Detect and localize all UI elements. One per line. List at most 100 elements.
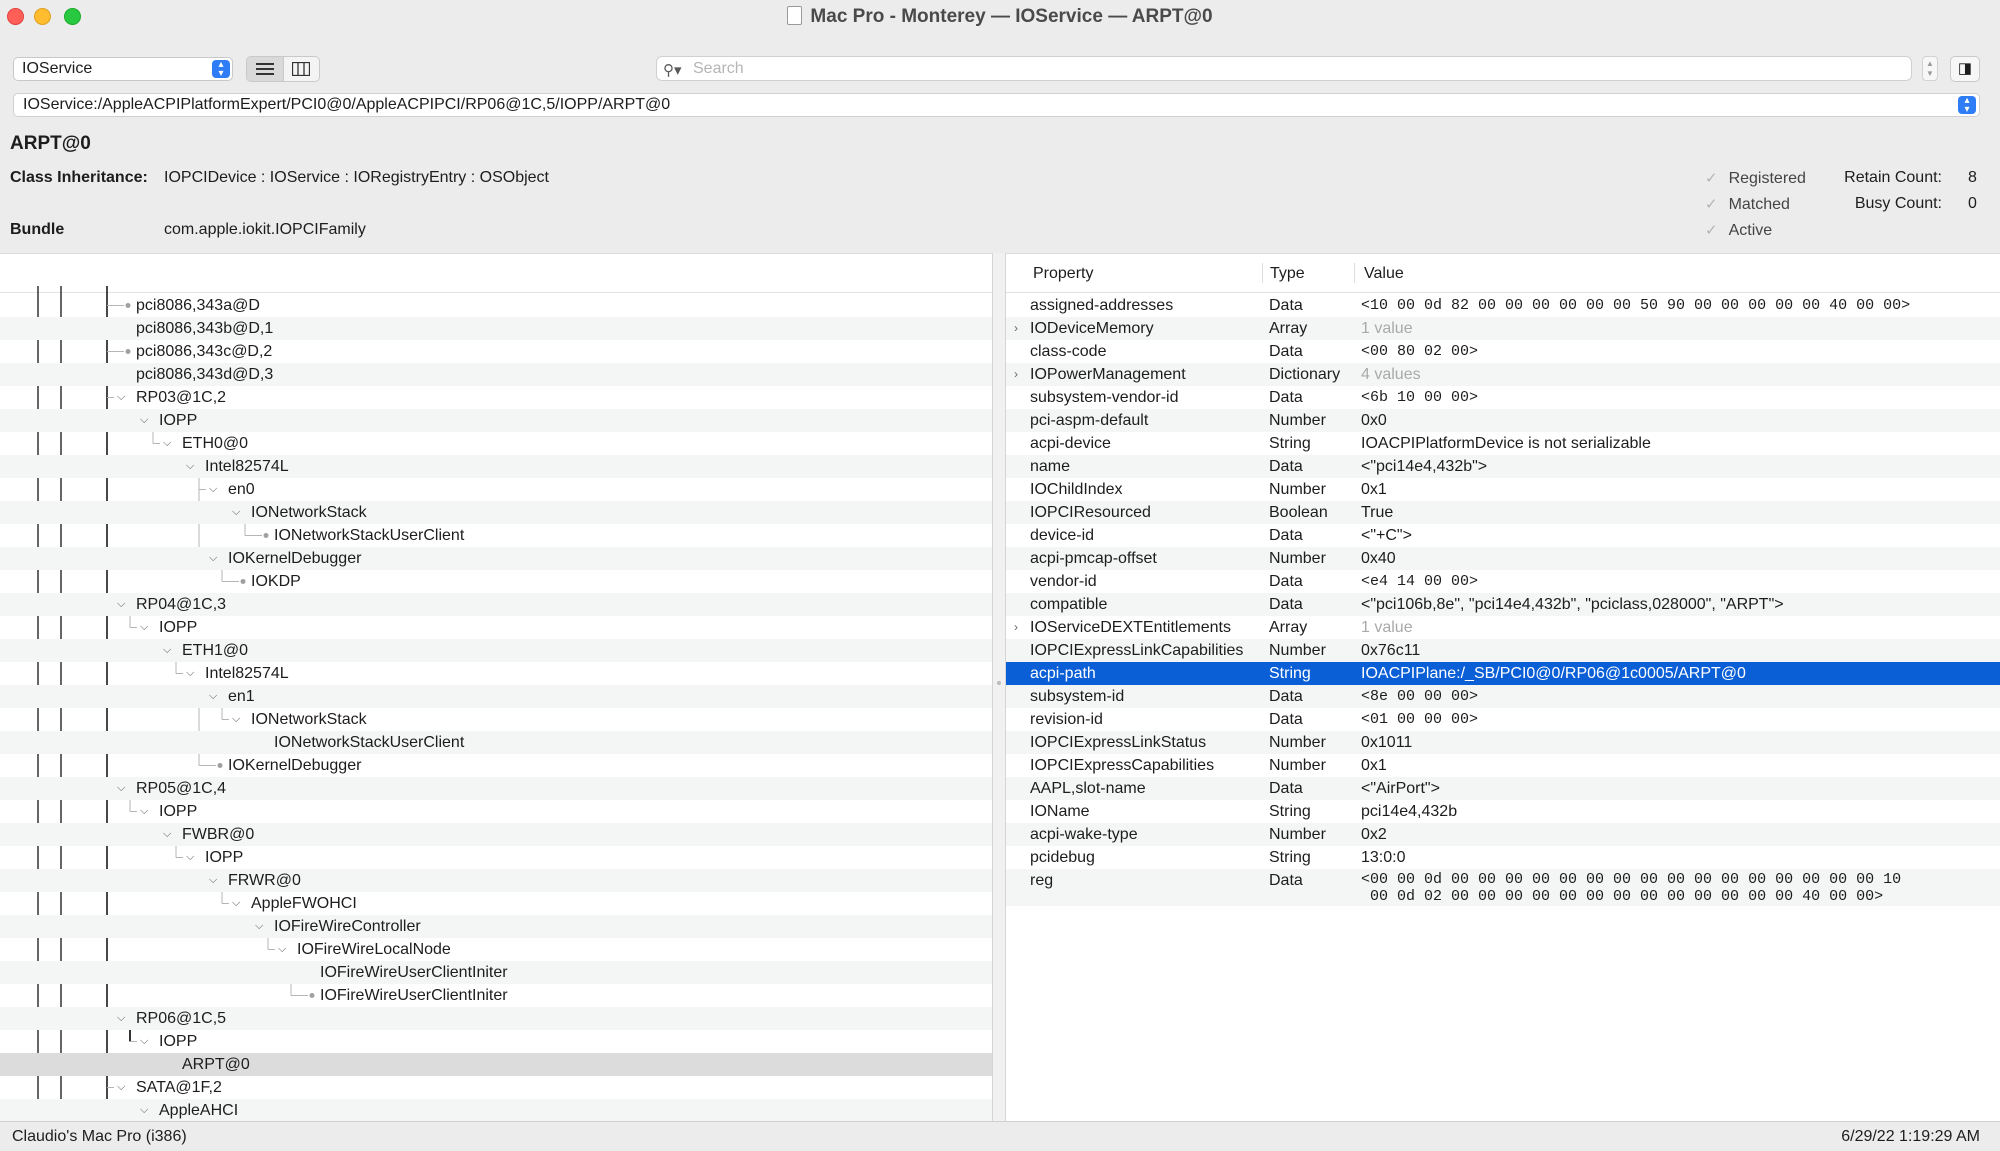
registry-tree[interactable]: pci8086,343a@D pci8086,343b@D,1 pci8086,34… [0,253,992,1121]
disclosure-chevron-icon[interactable]: ⌵ [140,800,148,823]
tree-row[interactable]: pci8086,343a@D [0,294,992,317]
tree-row[interactable]: ARPT@0 [0,1053,992,1076]
property-row[interactable]: IOPCIExpressLinkStatus Number 0x1011 [1006,731,2000,754]
property-row[interactable]: IOName String pci14e4,432b [1006,800,2000,823]
disclosure-chevron-icon[interactable]: ⌵ [140,616,148,639]
disclosure-chevron-icon[interactable]: ⌵ [209,547,217,570]
property-row[interactable]: assigned-addresses Data <10 00 0d 82 00 00… [1006,294,2000,317]
tree-row[interactable]: ⌵ IOPP [0,409,992,432]
column-view-button[interactable] [282,57,320,81]
disclosure-chevron-icon[interactable]: ⌵ [117,386,125,409]
disclosure-chevron-icon[interactable]: ⌵ [140,409,148,432]
property-row[interactable]: › IOPowerManagement Dictionary 4 values [1006,363,2000,386]
tree-row[interactable]: pci8086,343c@D,2 [0,340,992,363]
expand-chevron-icon[interactable]: › [1014,363,1018,386]
tree-row[interactable]: ⌵ IOKernelDebugger [0,547,992,570]
tree-row[interactable]: ⌵ ETH0@0 [0,432,992,455]
plane-select[interactable]: IOService ▴ ▾ [13,57,233,81]
property-row[interactable]: AAPL,slot-name Data <"AirPort"> [1006,777,2000,800]
disclosure-chevron-icon[interactable]: ⌵ [186,846,194,869]
property-row[interactable]: subsystem-id Data <8e 00 00 00> [1006,685,2000,708]
tree-row[interactable]: ⌵ FWBR@0 [0,823,992,846]
tree-row[interactable]: ⌵ en0 [0,478,992,501]
disclosure-chevron-icon[interactable]: ⌵ [232,892,240,915]
expand-chevron-icon[interactable]: › [1014,616,1018,639]
expand-chevron-icon[interactable]: › [1014,317,1018,340]
column-header-value[interactable]: Value [1364,265,1404,283]
disclosure-chevron-icon[interactable]: ⌵ [140,1030,148,1053]
property-row[interactable]: class-code Data <00 80 02 00> [1006,340,2000,363]
split-view-divider[interactable] [992,253,1006,1121]
disclosure-chevron-icon[interactable]: ⌵ [255,915,263,938]
search-field[interactable]: ⚲▾ [656,56,1912,81]
tree-row[interactable]: ⌵ AppleFWOHCI [0,892,992,915]
tree-row[interactable]: ⌵ Intel82574L [0,455,992,478]
tree-row[interactable]: IOKDP [0,570,992,593]
property-row[interactable]: acpi-path String IOACPIPlane:/_SB/PCI0@0/R… [1006,662,2000,685]
tree-row[interactable]: IOKernelDebugger [0,754,992,777]
tree-row[interactable]: ⌵ IOPP [0,1030,992,1053]
tree-row[interactable]: ⌵ IOFireWireLocalNode [0,938,992,961]
disclosure-chevron-icon[interactable]: ⌵ [140,1099,148,1121]
tree-row[interactable]: ⌵ RP06@1C,5 [0,1007,992,1030]
property-row[interactable]: pci-aspm-default Number 0x0 [1006,409,2000,432]
disclosure-chevron-icon[interactable]: ⌵ [232,708,240,731]
list-view-button[interactable] [247,57,283,81]
tree-row[interactable]: pci8086,343d@D,3 [0,363,992,386]
disclosure-chevron-icon[interactable]: ⌵ [209,478,217,501]
search-stepper[interactable]: ▲ ▼ [1922,56,1938,81]
disclosure-chevron-icon[interactable]: ⌵ [163,639,171,662]
tree-row[interactable]: IONetworkStackUserClient [0,524,992,547]
disclosure-chevron-icon[interactable]: ⌵ [209,685,217,708]
tree-row[interactable]: ⌵ FRWR@0 [0,869,992,892]
property-row[interactable]: acpi-device String IOACPIPlatformDevice is… [1006,432,2000,455]
property-row[interactable]: name Data <"pci14e4,432b"> [1006,455,2000,478]
tree-row[interactable]: ⌵ IOFireWireController [0,915,992,938]
property-row[interactable]: IOPCIExpressLinkCapabilities Number 0x76c1… [1006,639,2000,662]
tree-row[interactable]: ⌵ AppleAHCI [0,1099,992,1121]
tree-row[interactable]: ⌵ IONetworkStack [0,501,992,524]
property-row[interactable]: acpi-pmcap-offset Number 0x40 [1006,547,2000,570]
disclosure-chevron-icon[interactable]: ⌵ [117,1007,125,1030]
disclosure-chevron-icon[interactable]: ⌵ [163,823,171,846]
property-row[interactable]: subsystem-vendor-id Data <6b 10 00 00> [1006,386,2000,409]
column-header-type[interactable]: Type [1270,265,1305,283]
disclosure-chevron-icon[interactable]: ⌵ [186,662,194,685]
disclosure-chevron-icon[interactable]: ⌵ [117,1076,125,1099]
property-row[interactable]: IOPCIResourced Boolean True [1006,501,2000,524]
tree-row[interactable]: ⌵ IONetworkStack [0,708,992,731]
disclosure-chevron-icon[interactable]: ⌵ [232,501,240,524]
property-row[interactable]: device-id Data <"+C"> [1006,524,2000,547]
disclosure-chevron-icon[interactable]: ⌵ [209,869,217,892]
tree-row[interactable]: IOFireWireUserClientIniter [0,984,992,1007]
disclosure-chevron-icon[interactable]: ⌵ [278,938,286,961]
tree-row[interactable]: ⌵ RP04@1C,3 [0,593,992,616]
property-row[interactable]: IOChildIndex Number 0x1 [1006,478,2000,501]
property-row[interactable]: revision-id Data <01 00 00 00> [1006,708,2000,731]
tree-row[interactable]: IONetworkStackUserClient [0,731,992,754]
tree-row[interactable]: ⌵ IOPP [0,846,992,869]
tree-row[interactable]: ⌵ RP05@1C,4 [0,777,992,800]
search-input[interactable] [693,59,1893,79]
tree-row[interactable]: ⌵ Intel82574L [0,662,992,685]
tree-row[interactable]: ⌵ SATA@1F,2 [0,1076,992,1099]
disclosure-chevron-icon[interactable]: ⌵ [186,455,194,478]
disclosure-chevron-icon[interactable]: ⌵ [163,432,171,455]
disclosure-chevron-icon[interactable]: ⌵ [117,593,125,616]
tree-row[interactable]: ⌵ en1 [0,685,992,708]
property-row[interactable]: compatible Data <"pci106b,8e", "pci14e4,43… [1006,593,2000,616]
column-header-property[interactable]: Property [1033,265,1093,283]
property-row[interactable]: › IOServiceDEXTEntitlements Array 1 value [1006,616,2000,639]
tree-row[interactable]: ⌵ IOPP [0,800,992,823]
disclosure-chevron-icon[interactable]: ⌵ [117,777,125,800]
path-field[interactable]: IOService:/AppleACPIPlatformExpert/PCI0@… [13,93,1980,117]
tree-row[interactable]: pci8086,343b@D,1 [0,317,992,340]
property-row[interactable]: reg Data <00 00 0d 00 00 00 00 00 00 00 00… [1006,869,2000,906]
tree-row[interactable]: IOFireWireUserClientIniter [0,961,992,984]
property-table[interactable]: Property Type Value assigned-addresses Da… [1006,253,2000,1121]
property-row[interactable]: IOPCIExpressCapabilities Number 0x1 [1006,754,2000,777]
property-row[interactable]: vendor-id Data <e4 14 00 00> [1006,570,2000,593]
tree-row[interactable]: ⌵ ETH1@0 [0,639,992,662]
property-row[interactable]: › IODeviceMemory Array 1 value [1006,317,2000,340]
tree-row[interactable]: ⌵ IOPP [0,616,992,639]
